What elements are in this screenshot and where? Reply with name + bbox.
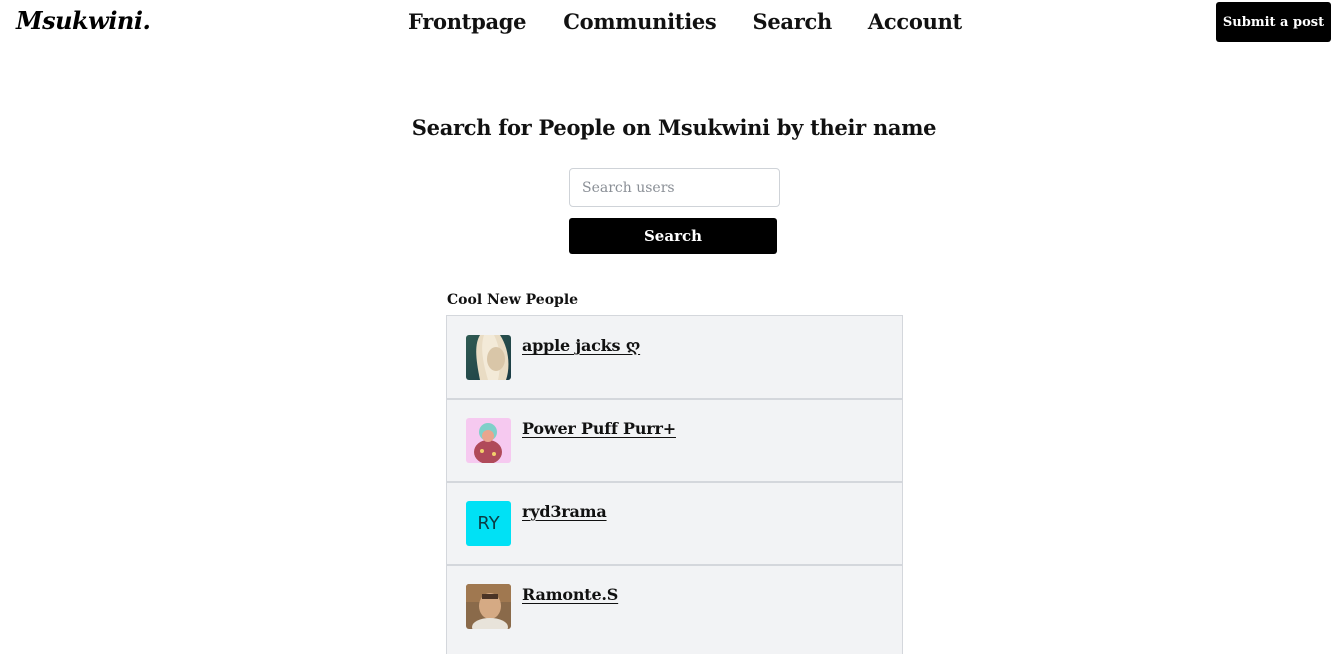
list-item: RY ryd3rama [446,481,903,564]
nav-link-account[interactable]: Account [868,9,962,34]
search-button[interactable]: Search [569,218,777,254]
search-users-input[interactable] [569,168,780,207]
nav-link-search[interactable]: Search [752,9,832,34]
person-name-link[interactable]: Ramonte.S [522,585,618,604]
avatar[interactable] [466,418,511,463]
nav-link-frontpage[interactable]: Frontpage [408,9,527,34]
list-item: apple jacks ღ [446,315,903,398]
people-list: apple jacks ღ Power Puff Purr+ RY ryd3ra… [446,315,903,654]
submit-post-button[interactable]: Submit a post [1216,2,1331,42]
page-title: Search for People on Msukwini by their n… [411,115,937,140]
avatar-initials[interactable]: RY [466,501,511,546]
list-item: Ramonte.S [446,564,903,654]
person-name-link[interactable]: Power Puff Purr+ [522,419,676,438]
site-logo[interactable]: Msukwini. [16,6,151,35]
avatar[interactable] [466,335,511,380]
list-item: Power Puff Purr+ [446,398,903,481]
avatar-photo-icon [466,335,511,380]
person-name-link[interactable]: apple jacks ღ [522,336,640,355]
nav-link-communities[interactable]: Communities [563,9,717,34]
cool-new-people-label: Cool New People [447,292,579,308]
avatar-photo-icon [466,584,511,629]
top-navigation-bar: Msukwini. Frontpage Communities Search A… [0,0,1344,48]
person-name-link[interactable]: ryd3rama [522,502,607,521]
main-nav: Frontpage Communities Search Account [408,9,998,34]
avatar[interactable] [466,584,511,629]
avatar-illustration-icon [466,418,511,463]
